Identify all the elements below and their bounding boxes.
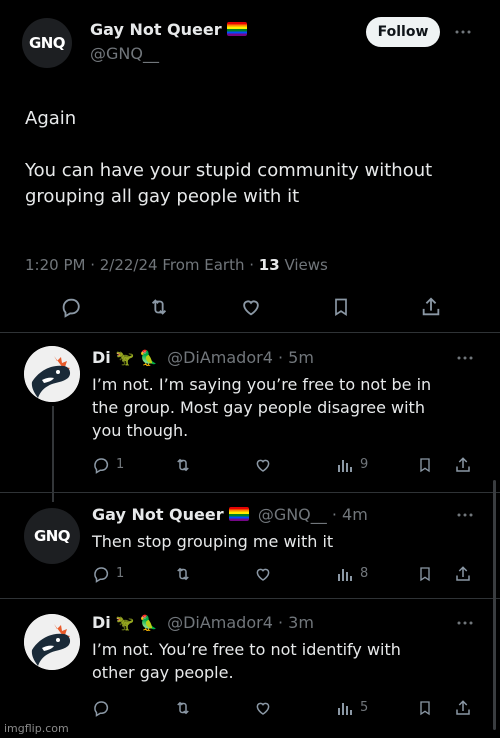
reply-text: I’m not. I’m saying you’re free to not b… bbox=[92, 373, 482, 442]
watermark: imgflip.com bbox=[4, 722, 69, 735]
views-count: 5 bbox=[360, 700, 369, 715]
author-name[interactable]: Di bbox=[92, 613, 111, 632]
avatar[interactable] bbox=[24, 346, 80, 402]
retweet-icon[interactable] bbox=[172, 697, 194, 719]
reply-header: Gay Not Queer @GNQ__ · 4m bbox=[92, 505, 368, 524]
bookmark-icon[interactable] bbox=[328, 294, 354, 320]
views-count: 13 bbox=[258, 256, 280, 274]
author-name[interactable]: Di bbox=[92, 348, 111, 367]
timestamp[interactable]: 1:20 PM · 2/22/24 From Earth · bbox=[25, 256, 259, 274]
retweet-icon[interactable] bbox=[172, 563, 194, 585]
action-bar: 1 8 bbox=[90, 563, 480, 585]
emoji: 🦖 🦜 bbox=[115, 614, 158, 632]
handle-time[interactable]: @DiAmador4 · 5m bbox=[167, 348, 314, 367]
divider bbox=[0, 492, 500, 493]
tweet-text-line: grouping all gay people with it bbox=[25, 186, 300, 207]
share-icon[interactable] bbox=[452, 563, 474, 585]
reply-icon[interactable] bbox=[90, 697, 112, 719]
reply-header: Di 🦖 🦜 @DiAmador4 · 5m bbox=[92, 348, 314, 367]
reply-text-line: other gay people. bbox=[92, 663, 234, 682]
reply-text-line: I’m not. You’re free to not identify wit… bbox=[92, 640, 401, 659]
views-icon[interactable] bbox=[334, 454, 356, 476]
bookmark-icon[interactable] bbox=[414, 454, 436, 476]
like-icon[interactable] bbox=[238, 294, 264, 320]
views-icon[interactable] bbox=[334, 563, 356, 585]
reply-text: Then stop grouping me with it bbox=[92, 530, 482, 553]
follow-button[interactable]: Follow bbox=[366, 17, 440, 47]
reply-icon[interactable] bbox=[90, 563, 112, 585]
tweet-metadata: 1:20 PM · 2/22/24 From Earth · 13 Views bbox=[25, 256, 328, 274]
reply-count: 1 bbox=[116, 457, 125, 472]
share-icon[interactable] bbox=[452, 454, 474, 476]
more-options-icon[interactable] bbox=[454, 615, 476, 631]
reply-text-line: Then stop grouping me with it bbox=[92, 532, 334, 551]
author-name-row[interactable]: Gay Not Queer bbox=[90, 20, 247, 39]
views-label: Views bbox=[279, 256, 328, 274]
avatar[interactable]: GNQ bbox=[22, 18, 72, 68]
tweet-text-line: Again bbox=[25, 108, 77, 129]
like-icon[interactable] bbox=[252, 454, 274, 476]
reply-text-line: you though. bbox=[92, 421, 189, 440]
divider bbox=[0, 332, 500, 333]
retweet-icon[interactable] bbox=[146, 294, 172, 320]
avatar[interactable] bbox=[24, 614, 80, 670]
handle-time[interactable]: @DiAmador4 · 3m bbox=[167, 613, 314, 632]
reply-text-line: I’m not. I’m saying you’re free to not b… bbox=[92, 375, 432, 394]
author-name[interactable]: Gay Not Queer bbox=[92, 505, 224, 524]
reply-icon[interactable] bbox=[58, 294, 84, 320]
author-name[interactable]: Gay Not Queer bbox=[90, 20, 222, 39]
rainbow-flag-icon bbox=[228, 507, 249, 521]
bookmark-icon[interactable] bbox=[414, 563, 436, 585]
share-icon[interactable] bbox=[452, 697, 474, 719]
like-icon[interactable] bbox=[252, 697, 274, 719]
tweet-text-line: You can have your stupid community witho… bbox=[25, 160, 433, 181]
rainbow-flag-icon bbox=[226, 22, 247, 36]
share-icon[interactable] bbox=[418, 294, 444, 320]
reply-count: 1 bbox=[116, 566, 125, 581]
retweet-icon[interactable] bbox=[172, 454, 194, 476]
bookmark-icon[interactable] bbox=[414, 697, 436, 719]
reply-header: Di 🦖 🦜 @DiAmador4 · 3m bbox=[92, 613, 314, 632]
avatar[interactable]: GNQ bbox=[24, 508, 80, 564]
handle-time[interactable]: @GNQ__ · 4m bbox=[258, 505, 368, 524]
like-icon[interactable] bbox=[252, 563, 274, 585]
reply-text-line: the group. Most gay people disagree with bbox=[92, 398, 425, 417]
action-bar: 5 bbox=[90, 697, 480, 719]
more-options-icon[interactable] bbox=[454, 350, 476, 366]
action-bar: 1 9 bbox=[90, 454, 480, 476]
author-handle[interactable]: @GNQ__ bbox=[90, 44, 159, 63]
views-count: 8 bbox=[360, 566, 369, 581]
views-count: 9 bbox=[360, 457, 369, 472]
more-options-icon[interactable] bbox=[454, 507, 476, 523]
reply-text: I’m not. You’re free to not identify wit… bbox=[92, 638, 482, 684]
emoji: 🦖 🦜 bbox=[115, 349, 158, 367]
thread-line bbox=[52, 406, 54, 502]
views-icon[interactable] bbox=[334, 697, 356, 719]
tweet-text: Again You can have your stupid community… bbox=[25, 106, 485, 210]
scrollbar[interactable] bbox=[493, 480, 496, 730]
reply-icon[interactable] bbox=[90, 454, 112, 476]
more-options-icon[interactable] bbox=[452, 22, 474, 42]
divider bbox=[0, 598, 500, 599]
